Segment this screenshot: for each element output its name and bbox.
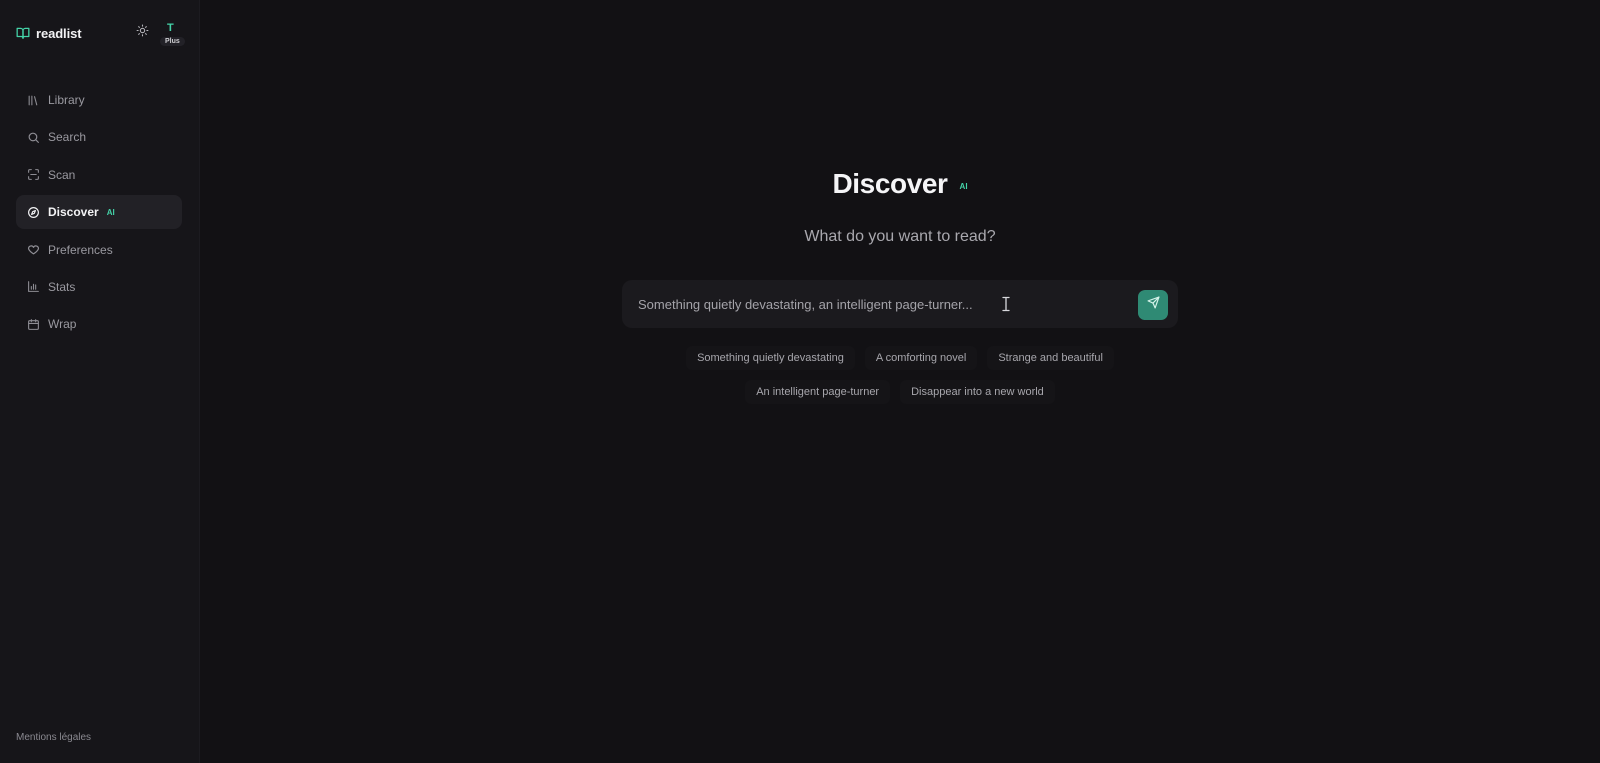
discover-panel: Discover AI What do you want to read? So… (622, 168, 1178, 404)
sidebar-item-label: Preferences (48, 242, 113, 257)
suggestion-chip[interactable]: A comforting novel (864, 346, 978, 370)
prompt-box (622, 280, 1178, 328)
suggestion-chip[interactable]: Disappear into a new world (900, 380, 1055, 404)
sidebar-item-label: Library (48, 93, 85, 107)
theme-toggle-button[interactable] (132, 23, 152, 43)
suggestion-chips: Something quietly devastating A comforti… (622, 346, 1178, 414)
legal-notice-link[interactable]: Mentions légales (16, 732, 91, 743)
sidebar-item-discover[interactable]: Discover AI (16, 195, 182, 230)
suggestion-row: An intelligent page-turner Disappear int… (622, 380, 1178, 404)
calendar-icon (26, 317, 40, 331)
sidebar-header: readlist T Plus (16, 22, 185, 46)
compass-icon (26, 205, 40, 219)
sidebar-item-search[interactable]: Search (16, 120, 182, 154)
app-root: readlist T Plus Library Search Scan Disc… (0, 0, 1600, 763)
avatar-initial: T (167, 22, 174, 34)
suggestion-chip[interactable]: An intelligent page-turner (745, 380, 891, 404)
send-button[interactable] (1138, 290, 1168, 320)
send-icon (1146, 296, 1160, 314)
sidebar-nav: Library Search Scan Discover AI Preferen… (16, 83, 182, 345)
page-subtitle: What do you want to read? (804, 228, 996, 245)
heart-icon (26, 243, 40, 257)
sidebar: readlist T Plus Library Search Scan Disc… (0, 0, 200, 763)
page-title: Discover (832, 168, 948, 199)
plan-badge: Plus (160, 37, 185, 46)
search-icon (26, 130, 40, 144)
sidebar-item-library[interactable]: Library (16, 83, 182, 117)
brand-name: readlist (36, 25, 82, 41)
sidebar-item-label: Wrap (48, 317, 77, 332)
sidebar-item-scan[interactable]: Scan (16, 158, 182, 192)
book-open-icon (16, 26, 30, 40)
sidebar-item-label: Scan (48, 167, 76, 182)
title-ai-badge: AI (959, 182, 968, 191)
discover-prompt-input[interactable] (638, 280, 1108, 328)
suggestion-chip[interactable]: Something quietly devastating (686, 346, 855, 370)
sidebar-item-stats[interactable]: Stats (16, 270, 182, 304)
sidebar-item-label: Stats (48, 279, 76, 294)
sidebar-item-preferences[interactable]: Preferences (16, 233, 182, 267)
brand-link[interactable]: readlist (16, 25, 82, 41)
main-content: Discover AI What do you want to read? So… (200, 0, 1600, 763)
text-cursor-icon (1002, 296, 1010, 312)
suggestion-chip[interactable]: Strange and beautiful (987, 346, 1114, 370)
library-icon (26, 93, 40, 107)
suggestion-row: Something quietly devastating A comforti… (622, 346, 1178, 370)
sidebar-item-wrap[interactable]: Wrap (16, 307, 182, 341)
user-avatar-button[interactable]: T Plus (158, 20, 188, 54)
bar-chart-icon (26, 280, 40, 294)
sidebar-item-label: Discover (48, 205, 99, 220)
sidebar-item-label: Search (48, 130, 87, 145)
title-row: Discover AI (622, 168, 1178, 200)
scan-icon (26, 168, 40, 182)
sun-icon (136, 24, 149, 42)
ai-badge: AI (106, 207, 115, 217)
